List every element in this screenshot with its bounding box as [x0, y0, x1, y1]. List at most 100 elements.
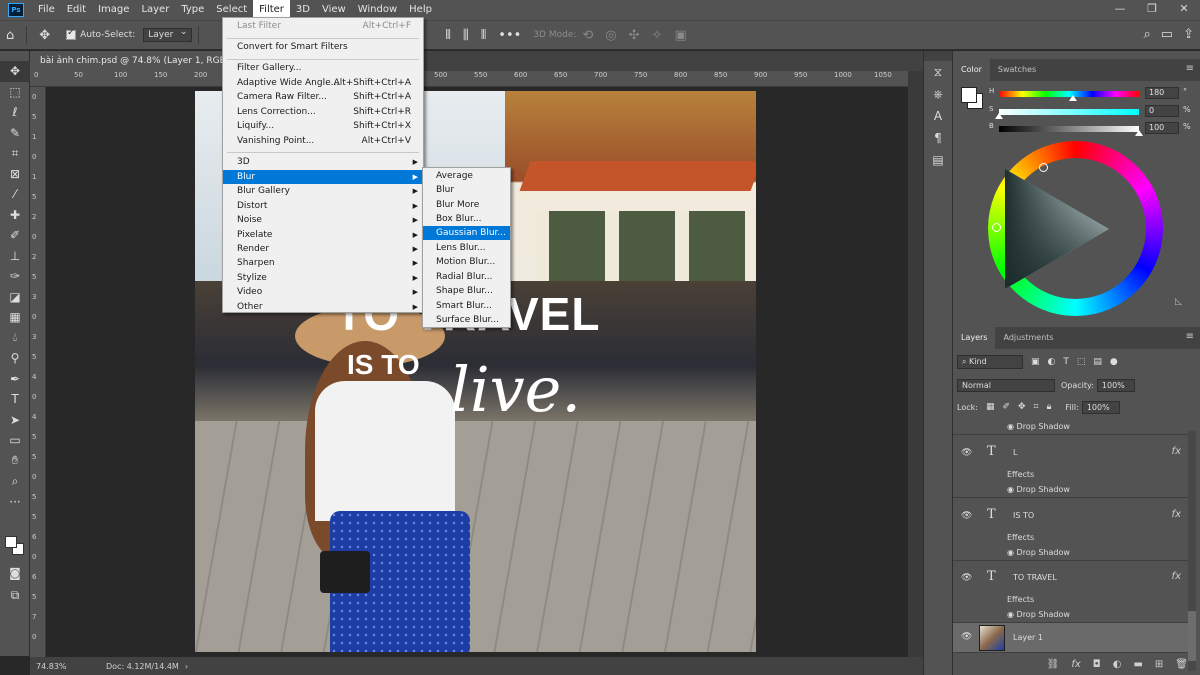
adjustment-filter-icon[interactable]: ◐	[1048, 357, 1056, 367]
move-tool-icon[interactable]: ✥	[39, 28, 50, 43]
type-filter-icon[interactable]: T	[1063, 357, 1069, 367]
zoom-tool[interactable]: ⌕	[0, 471, 30, 492]
menu-item-filter-gallery[interactable]: Filter Gallery...	[223, 61, 423, 75]
saturation-input[interactable]: 0	[1145, 105, 1179, 117]
layer-row-is-to[interactable]: 👁︎ T IS TO fx Effects ◉ Drop Shadow	[953, 499, 1193, 561]
adjustment-layer-icon[interactable]: ◐	[1113, 659, 1122, 670]
menu-item-lens-correction[interactable]: Lens Correction... Shift+Ctrl+R	[223, 105, 423, 119]
brush-tool[interactable]: ✐	[0, 225, 30, 246]
menu-item-blur-gallery[interactable]: Blur Gallery ▶	[223, 184, 423, 198]
submenu-item-surface-blur[interactable]: Surface Blur...	[423, 313, 510, 327]
menu-item-stylize[interactable]: Stylize ▶	[223, 271, 423, 285]
submenu-item-shape-blur[interactable]: Shape Blur...	[423, 284, 510, 298]
layer-name[interactable]: L	[1013, 448, 1017, 457]
effect-drop-shadow[interactable]: ◉ Drop Shadow	[1007, 610, 1070, 619]
tab-layers[interactable]: Layers	[953, 327, 996, 349]
3d-orbit-icon[interactable]: ⟲	[582, 28, 593, 43]
submenu-item-blur-more[interactable]: Blur More	[423, 198, 510, 212]
pen-tool[interactable]: ✒	[0, 369, 30, 390]
quick-select-tool[interactable]: ✎	[0, 123, 30, 144]
auto-select-dropdown[interactable]: Layer	[143, 27, 193, 42]
menu-item-3d[interactable]: 3D ▶	[223, 155, 423, 169]
lock-paint-icon[interactable]: ✐	[1002, 402, 1010, 412]
properties-panel-icon[interactable]: ⎈	[924, 83, 952, 105]
blur-tool[interactable]: 💧︎	[0, 328, 30, 349]
submenu-item-gaussian-blur[interactable]: Gaussian Blur...	[423, 226, 510, 240]
eyedropper-tool[interactable]: ⁄	[0, 184, 30, 205]
menu-item-video[interactable]: Video ▶	[223, 285, 423, 299]
eraser-tool[interactable]: ◪	[0, 287, 30, 308]
filter-toggle-icon[interactable]: ●	[1110, 357, 1118, 367]
3d-scale-icon[interactable]: ▣	[674, 28, 686, 43]
menu-item-convert-smart-filters[interactable]: Convert for Smart Filters	[223, 40, 423, 54]
history-brush-tool[interactable]: ✑	[0, 266, 30, 287]
dodge-tool[interactable]: ⚲	[0, 348, 30, 369]
layer-name[interactable]: TO TRAVEL	[1013, 573, 1057, 582]
ruler-horizontal[interactable]: 0 50 100 150 200 250 300 350 400 450 500…	[30, 71, 923, 87]
menu-item-camera-raw[interactable]: Camera Raw Filter... Shift+Ctrl+A	[223, 90, 423, 104]
history-panel-icon[interactable]: ⧖	[924, 61, 952, 83]
panel-menu-icon[interactable]: ≡	[1186, 331, 1194, 342]
layer-row-to-travel[interactable]: 👁︎ T TO TRAVEL fx Effects ◉ Drop Shadow	[953, 561, 1193, 623]
healing-tool[interactable]: ✚	[0, 205, 30, 226]
delete-layer-icon[interactable]: 🗑︎	[1175, 659, 1188, 670]
hand-tool[interactable]: ✋︎	[0, 451, 30, 472]
add-style-icon[interactable]: fx	[1071, 659, 1080, 670]
submenu-item-average[interactable]: Average	[423, 169, 510, 183]
submenu-item-lens-blur[interactable]: Lens Blur...	[423, 241, 510, 255]
brightness-slider[interactable]	[999, 126, 1139, 132]
paragraph-panel-icon[interactable]: ¶	[924, 127, 952, 149]
share-icon[interactable]: ⇪	[1183, 27, 1194, 42]
gradient-tool[interactable]: ▦	[0, 307, 30, 328]
align-center-icon[interactable]: ⫼	[463, 28, 469, 43]
fill-input[interactable]: 100%	[1081, 400, 1120, 414]
layer-row-layer-1[interactable]: 👁︎ Layer 1	[953, 623, 1193, 653]
visibility-eye-icon[interactable]: 👁︎	[961, 573, 972, 583]
brightness-slider-thumb[interactable]	[1135, 130, 1143, 136]
layer-name[interactable]: Layer 1	[1013, 633, 1043, 642]
status-arrow-icon[interactable]: ›	[185, 662, 188, 671]
submenu-item-motion-blur[interactable]: Motion Blur...	[423, 255, 510, 269]
saturation-slider[interactable]	[999, 109, 1139, 115]
visibility-eye-icon[interactable]: 👁︎	[961, 632, 972, 642]
add-mask-icon[interactable]: ◘	[1093, 659, 1101, 670]
submenu-item-box-blur[interactable]: Box Blur...	[423, 212, 510, 226]
hue-slider-thumb[interactable]	[1069, 95, 1077, 101]
blend-mode-dropdown[interactable]: Normal	[957, 378, 1055, 392]
menu-edit[interactable]: Edit	[61, 0, 92, 20]
menu-item-render[interactable]: Render ▶	[223, 242, 423, 256]
toolbar-grip[interactable]	[0, 51, 30, 61]
frame-tool[interactable]: ⊠	[0, 164, 30, 185]
new-layer-icon[interactable]: ⊞	[1155, 659, 1163, 670]
hue-ring-marker[interactable]	[1039, 163, 1048, 172]
align-left-icon[interactable]: ⫴	[445, 28, 450, 43]
home-icon[interactable]: ⌂	[6, 28, 14, 43]
layer-row-l[interactable]: 👁︎ T L fx Effects ◉ Drop Shadow	[953, 436, 1193, 498]
fx-icon[interactable]: fx	[1172, 446, 1181, 457]
link-layers-icon[interactable]: ⛓︎	[1047, 659, 1060, 670]
close-button[interactable]: ✕	[1168, 0, 1200, 20]
layer-kind-filter[interactable]: ⌕ Kind	[957, 355, 1023, 369]
submenu-item-blur[interactable]: Blur	[423, 183, 510, 197]
auto-select-checkbox[interactable]	[66, 28, 77, 40]
menu-item-noise[interactable]: Noise ▶	[223, 213, 423, 227]
effect-drop-shadow[interactable]: ◉ Drop Shadow	[1007, 548, 1070, 557]
crop-tool[interactable]: ⌗	[0, 143, 30, 164]
marquee-tool[interactable]: ⬚	[0, 82, 30, 103]
lock-artboard-icon[interactable]: ⌗	[1034, 402, 1039, 412]
effect-drop-shadow[interactable]: ◉ Drop Shadow	[1007, 485, 1070, 494]
submenu-item-radial-blur[interactable]: Radial Blur...	[423, 270, 510, 284]
lasso-tool[interactable]: ℓ	[0, 102, 30, 123]
ruler-vertical[interactable]: 0 5 1 0 1 5 2 0 2 5 3 0 3 5 4 0 4 5 5 0 …	[30, 87, 46, 657]
glyphs-panel-icon[interactable]: ▤	[924, 149, 952, 171]
workspace-icon[interactable]: ▭	[1161, 27, 1173, 42]
dock-grip[interactable]	[924, 51, 952, 61]
move-tool[interactable]: ✥	[0, 61, 30, 82]
layer-name[interactable]: IS TO	[1013, 511, 1034, 520]
edit-toolbar[interactable]: ···	[0, 492, 30, 513]
hue-input[interactable]: 180	[1145, 87, 1179, 99]
menu-item-blur[interactable]: Blur ▶	[223, 170, 423, 184]
quick-mask-button[interactable]: ◙	[0, 563, 30, 584]
resize-grip-icon[interactable]: ◺	[1175, 297, 1182, 307]
menu-item-last-filter[interactable]: Last Filter Alt+Ctrl+F	[223, 19, 423, 33]
